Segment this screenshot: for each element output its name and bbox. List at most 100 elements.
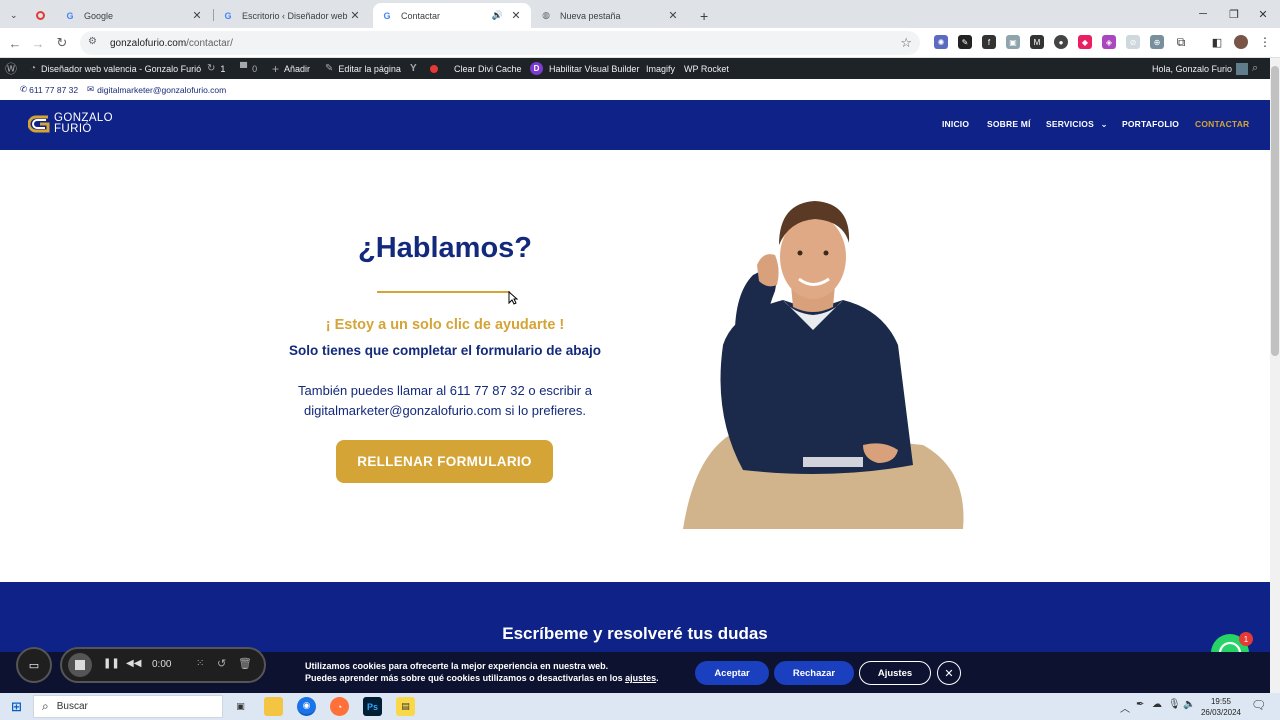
- topbar-phone[interactable]: ✆ 611 77 87 32: [20, 84, 78, 95]
- photoshop-icon[interactable]: Ps: [363, 697, 382, 716]
- trash-icon[interactable]: 🗑: [238, 657, 252, 670]
- rewind-icon[interactable]: ◀◀: [126, 658, 141, 669]
- site-logo[interactable]: GONZALO FURIÓ: [28, 112, 113, 136]
- tab-escritorio[interactable]: G Escritorio ‹ Diseñador web valenc ✕: [214, 3, 370, 28]
- cloud-icon[interactable]: ☁: [1152, 699, 1162, 710]
- taskbar-clock[interactable]: 19:55 26/03/2024: [1198, 696, 1244, 718]
- microphone-icon[interactable]: 🎙: [1168, 699, 1181, 710]
- topbar-email[interactable]: ✉ digitalmarketer@gonzalofurio.com: [87, 84, 226, 95]
- extension-f-icon[interactable]: f: [982, 35, 996, 49]
- close-icon[interactable]: ✕: [190, 9, 204, 22]
- close-icon[interactable]: ✕: [666, 9, 680, 22]
- nav-servicios[interactable]: SERVICIOS ⌄: [1046, 119, 1108, 130]
- recorder-camera-button[interactable]: ▭: [16, 647, 52, 683]
- tab-search-button[interactable]: ⌄: [2, 3, 24, 28]
- extension-gear-icon[interactable]: ✺: [934, 35, 948, 49]
- screen-recorder-widget: ▭ ❚❚ ◀◀ 0:00 ⁙ ↺ 🗑: [16, 647, 268, 685]
- reload-button[interactable]: ↻: [53, 34, 71, 52]
- nav-portafolio[interactable]: PORTAFOLIO: [1122, 119, 1179, 129]
- nav-sobre-mi[interactable]: SOBRE MÍ: [987, 119, 1031, 129]
- reload-icon: ↻: [56, 35, 68, 50]
- wp-imagify[interactable]: Imagify: [646, 58, 675, 79]
- wp-clear-divi-cache[interactable]: Clear Divi Cache: [454, 58, 522, 79]
- hero-body-line2: digitalmarketer@gonzalofurio.com si lo p…: [304, 402, 586, 418]
- cookie-close-button[interactable]: ✕: [937, 661, 961, 685]
- new-tab-button[interactable]: +: [692, 3, 712, 28]
- pen-tray-icon[interactable]: ✒: [1136, 699, 1144, 710]
- extension-window-icon[interactable]: ▣: [1006, 35, 1020, 49]
- cookie-line1: Utilizamos cookies para ofrecerte la mej…: [305, 661, 609, 671]
- minimize-button[interactable]: ─: [1186, 0, 1220, 28]
- volume-icon[interactable]: 🔈: [1183, 699, 1195, 710]
- cookie-settings-button[interactable]: Ajustes: [859, 661, 931, 685]
- stop-button[interactable]: [68, 653, 92, 677]
- wp-yoast[interactable]: Y: [410, 58, 438, 79]
- extension-gray-icon[interactable]: ⊕: [1150, 35, 1164, 49]
- cookie-reject-button[interactable]: Rechazar: [774, 661, 854, 685]
- hero-person-photo: [683, 195, 968, 529]
- close-icon[interactable]: ✕: [348, 9, 362, 22]
- wp-visual-builder[interactable]: D Habilitar Visual Builder: [530, 58, 639, 79]
- extension-pen-icon[interactable]: ✎: [958, 35, 972, 49]
- extension-purple-icon[interactable]: ◈: [1102, 35, 1116, 49]
- more-menu-icon[interactable]: ⋮: [1258, 35, 1272, 49]
- extensions-puzzle-icon[interactable]: ⧉: [1174, 35, 1188, 49]
- wp-logo[interactable]: Ⓦ: [5, 58, 22, 79]
- cookie-accept-button[interactable]: Aceptar: [695, 661, 769, 685]
- tab-nueva-pestana[interactable]: ◍ Nueva pestaña ✕: [532, 3, 688, 28]
- wp-account[interactable]: Hola, Gonzalo Furio: [1152, 58, 1249, 79]
- nav-inicio[interactable]: INICIO: [942, 119, 969, 129]
- wp-add-new[interactable]: + Añadir: [272, 58, 310, 79]
- bookmark-star-icon[interactable]: ☆: [900, 35, 912, 51]
- contact-info-bar: ✆ 611 77 87 32 ✉ digitalmarketer@gonzalo…: [0, 79, 1270, 100]
- extension-color-icon[interactable]: ◆: [1078, 35, 1092, 49]
- browser-toolbar: ← → ↻ ⚙ gonzalofurio.com/contactar/ ☆ ✺ …: [0, 28, 1280, 58]
- wp-comments[interactable]: ▀ 0: [240, 58, 257, 79]
- tab-contactar[interactable]: G Contactar 🔊 ✕: [373, 3, 531, 28]
- extension-m-icon[interactable]: M: [1030, 35, 1044, 49]
- yoast-icon: Y: [410, 63, 417, 74]
- chevron-up-icon[interactable]: ︿: [1120, 700, 1130, 715]
- wp-search[interactable]: ⌕: [1252, 58, 1258, 79]
- tab-recording[interactable]: [28, 3, 54, 28]
- back-button[interactable]: ←: [6, 34, 24, 52]
- cookie-settings-link[interactable]: ajustes: [625, 673, 656, 683]
- tab-title: Escritorio ‹ Diseñador web valenc: [242, 10, 348, 21]
- sticky-notes-icon[interactable]: ▤: [396, 697, 415, 716]
- restart-icon[interactable]: ↺: [217, 657, 226, 670]
- search-icon: ⌕: [1252, 62, 1259, 74]
- wp-rocket[interactable]: WP Rocket: [684, 58, 729, 79]
- taskbar-search-input[interactable]: ⌕ Buscar: [33, 695, 223, 718]
- tab-google[interactable]: G Google ✕: [56, 3, 212, 28]
- task-view-icon[interactable]: ▣: [231, 697, 250, 716]
- wp-updates[interactable]: ↻ 1: [207, 58, 225, 79]
- wp-edit-page[interactable]: ✎ Editar la página: [325, 58, 401, 79]
- extension-circle-icon[interactable]: ●: [1054, 35, 1068, 49]
- nav-contactar[interactable]: CONTACTAR: [1195, 119, 1249, 129]
- rellenar-formulario-button[interactable]: RELLENAR FORMULARIO: [336, 440, 553, 483]
- file-explorer-icon[interactable]: [264, 697, 283, 716]
- pause-icon[interactable]: ❚❚: [103, 658, 120, 669]
- side-panel-icon[interactable]: ◧: [1210, 35, 1224, 49]
- site-settings-icon[interactable]: ⚙: [88, 36, 102, 50]
- grid-icon[interactable]: ⁙: [196, 658, 204, 669]
- profile-avatar[interactable]: [1234, 35, 1248, 49]
- wp-edit-page-label: Editar la página: [338, 63, 401, 74]
- speaker-icon[interactable]: 🔊: [492, 10, 503, 21]
- plus-icon: +: [700, 7, 709, 24]
- scrollbar-thumb[interactable]: [1271, 66, 1279, 356]
- page-scrollbar[interactable]: [1270, 58, 1280, 693]
- avatar: [1236, 62, 1249, 75]
- forward-button[interactable]: →: [29, 34, 47, 52]
- close-icon[interactable]: ✕: [509, 9, 523, 22]
- windows-start-icon[interactable]: ⊞: [7, 697, 26, 716]
- extension-slash-icon[interactable]: ⊘: [1126, 35, 1140, 49]
- notifications-icon[interactable]: 🗨: [1251, 698, 1266, 712]
- firefox-icon[interactable]: ◔: [330, 697, 349, 716]
- recorder-time: 0:00: [152, 659, 172, 670]
- address-bar[interactable]: ⚙ gonzalofurio.com/contactar/ ☆: [80, 31, 920, 55]
- chrome-icon[interactable]: ◉: [297, 697, 316, 716]
- search-icon: ⌕: [42, 699, 49, 713]
- close-window-button[interactable]: ✕: [1246, 0, 1280, 28]
- wp-site-name[interactable]: ◔ Diseñador web valencia - Gonzalo Furió: [30, 58, 201, 79]
